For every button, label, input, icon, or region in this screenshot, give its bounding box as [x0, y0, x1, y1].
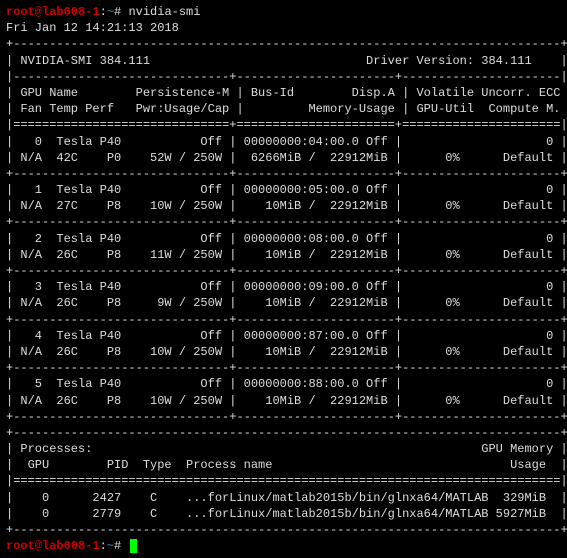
- terminal-line: | 0 Tesla P40 Off | 00000000:04:00.0 Off…: [6, 134, 561, 150]
- terminal-line: | GPU PID Type Process name Usage |: [6, 457, 561, 473]
- terminal-line: | N/A 26C P8 11W / 250W | 10MiB / 22912M…: [6, 247, 561, 263]
- terminal-line: | N/A 27C P8 10W / 250W | 10MiB / 22912M…: [6, 198, 561, 214]
- terminal-line: Fri Jan 12 14:21:13 2018: [6, 20, 561, 36]
- cursor-icon: [130, 539, 137, 553]
- terminal-line: | NVIDIA-SMI 384.111 Driver Version: 384…: [6, 53, 561, 69]
- terminal-line: +------------------------------+--------…: [6, 409, 561, 425]
- terminal-line: root@lab608-1:~# nvidia-smi: [6, 4, 561, 20]
- terminal-line: | GPU Name Persistence-M | Bus-Id Disp.A…: [6, 85, 561, 101]
- terminal-line: +------------------------------+--------…: [6, 214, 561, 230]
- terminal-line: | 2 Tesla P40 Off | 00000000:08:00.0 Off…: [6, 231, 561, 247]
- terminal-line: |==============================+========…: [6, 117, 561, 133]
- terminal-line: +------------------------------+--------…: [6, 312, 561, 328]
- terminal-line: +------------------------------+--------…: [6, 166, 561, 182]
- terminal-line: | 5 Tesla P40 Off | 00000000:88:00.0 Off…: [6, 376, 561, 392]
- terminal-line: |=======================================…: [6, 473, 561, 489]
- terminal-line: | 4 Tesla P40 Off | 00000000:87:00.0 Off…: [6, 328, 561, 344]
- terminal-line: root@lab608-1:~#: [6, 538, 561, 554]
- terminal-line: | Processes: GPU Memory |: [6, 441, 561, 457]
- terminal-line: | 0 2427 C ...forLinux/matlab2015b/bin/g…: [6, 490, 561, 506]
- terminal-line: | N/A 26C P8 10W / 250W | 10MiB / 22912M…: [6, 344, 561, 360]
- terminal-line: | N/A 42C P0 52W / 250W | 6266MiB / 2291…: [6, 150, 561, 166]
- terminal-line: | 1 Tesla P40 Off | 00000000:05:00.0 Off…: [6, 182, 561, 198]
- terminal-line: +---------------------------------------…: [6, 425, 561, 441]
- command-text: nvidia-smi: [128, 5, 200, 19]
- terminal-line: | N/A 26C P8 9W / 250W | 10MiB / 22912Mi…: [6, 295, 561, 311]
- terminal-line: +------------------------------+--------…: [6, 360, 561, 376]
- terminal-line: +------------------------------+--------…: [6, 263, 561, 279]
- terminal-line: +---------------------------------------…: [6, 522, 561, 538]
- terminal-line: |------------------------------+--------…: [6, 69, 561, 85]
- terminal-line: | 3 Tesla P40 Off | 00000000:09:00.0 Off…: [6, 279, 561, 295]
- terminal-output: root@lab608-1:~# nvidia-smiFri Jan 12 14…: [6, 4, 561, 554]
- terminal-line: | Fan Temp Perf Pwr:Usage/Cap | Memory-U…: [6, 101, 561, 117]
- terminal-line: | 0 2779 C ...forLinux/matlab2015b/bin/g…: [6, 506, 561, 522]
- terminal-line: | N/A 26C P8 10W / 250W | 10MiB / 22912M…: [6, 393, 561, 409]
- terminal-line: +---------------------------------------…: [6, 36, 561, 52]
